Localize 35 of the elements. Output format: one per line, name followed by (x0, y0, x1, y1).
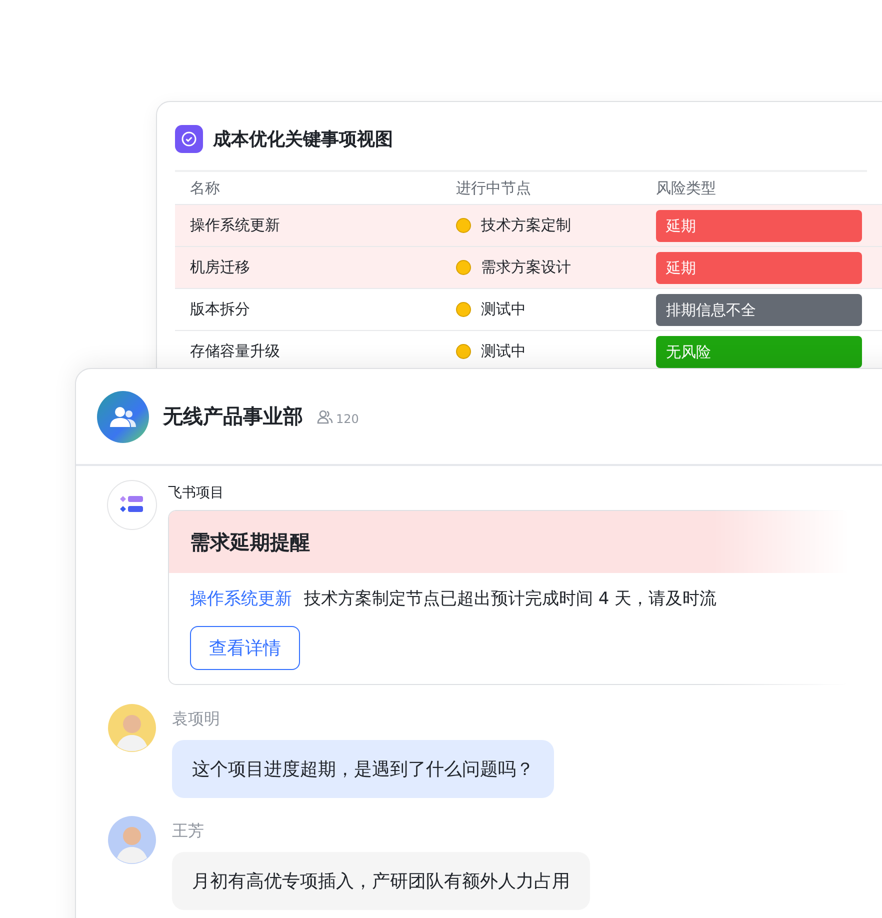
table-cell-text: 存储容量升级 (189, 342, 281, 361)
risk-tag: 无风险 (656, 336, 862, 368)
sender-name: 飞书项目 (168, 484, 225, 502)
avatar-icon (108, 816, 156, 864)
view-title: 成本优化关键事项视图 (213, 128, 393, 151)
bot-logo-icon (107, 480, 157, 530)
avatar-icon (108, 704, 156, 752)
item-link[interactable]: 操作系统更新 (190, 587, 292, 610)
status-dot (456, 302, 471, 317)
view-details-button[interactable]: 查看详情 (190, 626, 300, 670)
table-cell-text: 机房迁移 (189, 258, 251, 277)
status-dot (456, 218, 471, 233)
column-header: 名称 (189, 178, 221, 198)
risk-tag: 延期 (656, 252, 862, 284)
group-avatar-icon (97, 391, 149, 443)
table-cell-text: 操作系统更新 (189, 216, 281, 235)
sender-name: 袁项明 (172, 709, 221, 730)
status-dot (456, 260, 471, 275)
member-count: 120 (336, 412, 359, 426)
risk-tag: 排期信息不全 (656, 294, 862, 326)
column-header: 风险类型 (655, 178, 717, 198)
message-bubble: 这个项目进度超期，是遇到了什么问题吗？ (172, 740, 554, 798)
table-cell: 需求方案设计 (481, 258, 571, 277)
table-cell: 测试中 (481, 300, 526, 319)
status-dot (456, 344, 471, 359)
column-header: 进行中节点 (455, 178, 532, 198)
sender-name: 王芳 (172, 821, 205, 842)
check-icon (175, 125, 203, 153)
table-cell: 技术方案定制 (481, 216, 571, 235)
alert-text: 技术方案制定节点已超出预计完成时间 4 天，请及时流 (304, 588, 717, 610)
table-cell: 测试中 (481, 342, 526, 361)
risk-tag: 延期 (656, 210, 862, 242)
message-bubble: 月初有高优专项插入，产研团队有额外人力占用 (172, 852, 590, 910)
group-name: 无线产品事业部 (163, 403, 303, 430)
table-cell-text: 版本拆分 (189, 300, 251, 319)
